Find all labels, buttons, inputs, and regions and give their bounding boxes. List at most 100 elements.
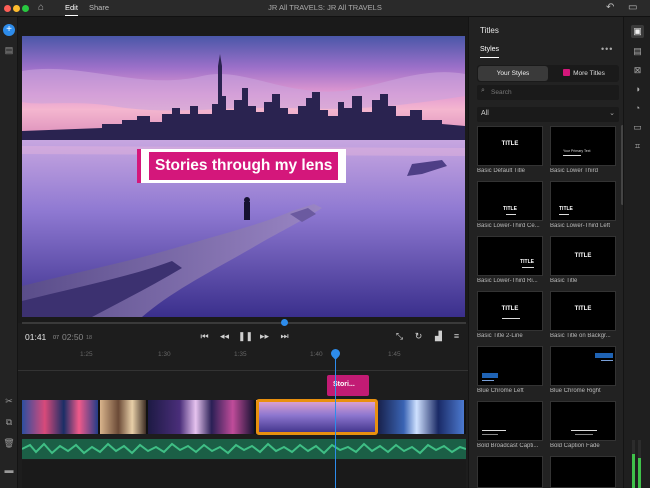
chat-icon[interactable]: ▭	[628, 2, 637, 13]
title-style-tile[interactable]: Your Primary Text Basic Lower Third	[550, 126, 616, 174]
more-options-icon[interactable]: •••	[601, 44, 613, 54]
thumbnail-bar	[482, 373, 498, 378]
title-style-tile[interactable]: TITLE Basic Default Title	[477, 126, 543, 174]
track-layout-icon[interactable]: ▬	[3, 464, 15, 476]
thumbnail-text: TITLE	[574, 306, 592, 312]
title-thumbnail: TITLE	[550, 236, 616, 276]
tile-label: Basic Lower-Third Left	[550, 223, 611, 229]
title-clip[interactable]: Stori...	[327, 375, 369, 396]
current-time: 01:41	[25, 332, 47, 342]
audio-waveform	[22, 442, 466, 455]
tile-label: Basic Lower Third	[550, 168, 598, 174]
window-title: JR All TRAVELS: JR All TRAVELS	[268, 3, 382, 12]
tile-label: Basic Default Title	[477, 168, 526, 174]
title-style-tile[interactable]: Bold Caption Fade	[550, 401, 616, 449]
add-media-button[interactable]: +	[3, 24, 15, 36]
thumbnail-text: TITLE	[559, 206, 573, 212]
color-icon[interactable]: ◑	[631, 83, 644, 96]
filter-value: All	[481, 110, 489, 117]
title-thumbnail: TITLE	[550, 181, 616, 221]
empty-track-area[interactable]	[22, 460, 466, 488]
effects-icon[interactable]: ▭	[631, 121, 644, 134]
total-duration: 02:50	[62, 332, 84, 342]
title-style-tile[interactable]: Blue Chrome Left	[477, 346, 543, 394]
search-input[interactable]	[491, 85, 611, 100]
graphics-icon[interactable]: ▤	[631, 45, 644, 58]
video-clip[interactable]	[22, 400, 100, 434]
title-style-tile[interactable]: TITLE Basic Lower-Third Ri...	[477, 236, 543, 284]
audio-meter-left	[632, 440, 635, 488]
thumbnail-line	[482, 430, 506, 431]
video-clip[interactable]	[148, 400, 256, 434]
panel-heading: Titles	[480, 26, 499, 35]
thumbnail-line	[601, 360, 613, 361]
thumbnail-bar	[595, 353, 613, 358]
ruler-tick: 1:30	[158, 351, 171, 358]
crop-icon[interactable]: ⌗	[631, 140, 644, 153]
fit-frame-icon[interactable]: ⤡	[393, 330, 406, 343]
video-track[interactable]	[22, 400, 466, 434]
timeline-ruler[interactable]: 1:25 1:30 1:35 1:40 1:45	[18, 347, 468, 371]
loop-icon[interactable]: ↻	[412, 330, 425, 343]
title-style-tile[interactable]: TITLE Basic Title on Backgr...	[550, 291, 616, 339]
video-preview[interactable]: Stories through my lens	[22, 36, 465, 317]
left-toolbar: + ▤ ✂ ⧉ 🗑 ▬	[0, 17, 18, 488]
menu-icon[interactable]: ≡	[450, 330, 463, 343]
more-titles-label: More Titles	[573, 70, 605, 77]
search-box[interactable]: ⌕	[477, 85, 619, 100]
go-to-end-icon[interactable]: ⏭	[278, 330, 291, 343]
pause-icon[interactable]: ❚❚	[238, 330, 253, 343]
scrubber-handle[interactable]	[280, 319, 288, 326]
title-overlay-text: Stories through my lens	[149, 152, 339, 180]
video-clip[interactable]	[378, 400, 466, 434]
thumbnail-line	[482, 380, 494, 381]
title-style-tile[interactable]: TITLE Basic Lower-Third Ce...	[477, 181, 543, 229]
title-style-tile[interactable]: TITLE Basic Title	[550, 236, 616, 284]
speed-icon[interactable]: ◔	[631, 102, 644, 115]
step-forward-icon[interactable]: ▸▸	[258, 330, 271, 343]
title-style-tile[interactable]	[477, 456, 543, 488]
transport-controls: 01:41 07 02:50 18 ⏮ ◂◂ ❚❚ ▸▸ ⏭ ⤡ ↻ ▟ ≡	[18, 327, 468, 347]
video-clip[interactable]	[100, 400, 148, 434]
title-thumbnail	[550, 456, 616, 488]
undo-icon[interactable]: ↶	[606, 2, 614, 13]
duplicate-icon[interactable]: ⧉	[3, 416, 15, 428]
tile-label: Bold Broadcast Capti...	[477, 443, 539, 449]
title-style-tile[interactable]: Bold Broadcast Capti...	[477, 401, 543, 449]
thumbnail-line	[522, 267, 534, 268]
tile-label: Blue Chrome Right	[550, 388, 601, 394]
transitions-icon[interactable]: ⊠	[631, 64, 644, 77]
filter-dropdown[interactable]: All ⌄	[477, 107, 619, 122]
tile-label: Basic Lower-Third Ce...	[477, 223, 540, 229]
scrubber-bar[interactable]	[22, 319, 466, 326]
title-thumbnail: TITLE	[477, 291, 543, 331]
media-bin-icon[interactable]: ▤	[3, 44, 15, 56]
your-styles-button[interactable]: Your Styles	[478, 66, 548, 81]
audio-track[interactable]	[22, 439, 466, 459]
go-to-start-icon[interactable]: ⏮	[198, 330, 211, 343]
tab-styles[interactable]: Styles	[480, 46, 500, 58]
tile-label: Basic Title	[550, 278, 578, 284]
level-meter-icon[interactable]: ▟	[432, 330, 445, 343]
title-thumbnail	[477, 456, 543, 488]
title-style-tile[interactable]: TITLE Basic Title 2-Line	[477, 291, 543, 339]
thumbnail-line	[559, 214, 569, 215]
title-style-tile[interactable]	[550, 456, 616, 488]
ruler-tick: 1:35	[234, 351, 247, 358]
title-thumbnail: TITLE	[477, 236, 543, 276]
thumbnail-text: TITLE	[503, 206, 517, 212]
thumbnail-text: TITLE	[574, 253, 592, 259]
more-titles-button[interactable]: More Titles	[550, 66, 618, 81]
tile-label: Basic Title 2-Line	[477, 333, 523, 339]
title-overlay[interactable]: Stories through my lens	[137, 149, 347, 183]
titles-panel-icon[interactable]: ▣	[631, 25, 644, 38]
thumbnail-line	[502, 318, 520, 319]
scissors-icon[interactable]: ✂	[3, 395, 15, 407]
ruler-tick: 1:25	[80, 351, 93, 358]
title-style-tile[interactable]: Blue Chrome Right	[550, 346, 616, 394]
title-style-tile[interactable]: TITLE Basic Lower-Third Left	[550, 181, 616, 229]
step-back-icon[interactable]: ◂◂	[218, 330, 231, 343]
chevron-down-icon: ⌄	[609, 110, 615, 117]
thumbnail-text: TITLE	[501, 306, 519, 312]
trash-icon[interactable]: 🗑	[3, 437, 15, 449]
